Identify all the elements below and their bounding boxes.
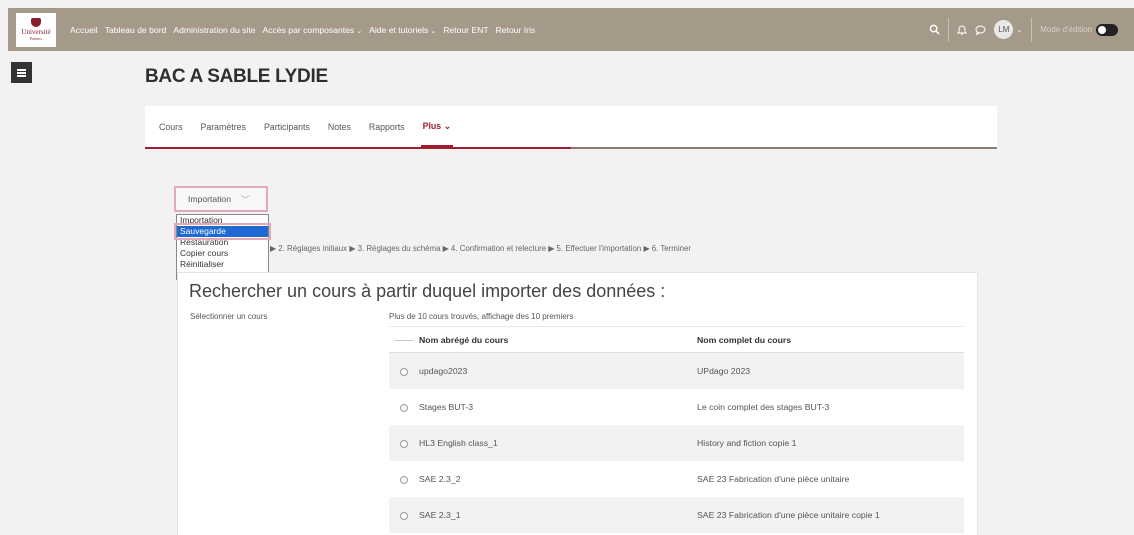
nav-link-label: Tableau de bord [104, 24, 167, 35]
chevron-down-icon[interactable]: ⌄ [1016, 26, 1022, 34]
nav-link-label: Administration du site [173, 24, 256, 35]
radio-cell [389, 389, 419, 425]
tab-2[interactable]: Participants [264, 106, 310, 147]
full-name-header: Nom complet du cours [697, 326, 964, 353]
nav-link-1[interactable]: Tableau de bord [105, 25, 167, 35]
tertiary-navigation-select[interactable]: Importation ﹀ [174, 186, 268, 212]
import-steps-breadcrumb: ▶ 2. Réglages initiaux ▶ 3. Réglages du … [270, 244, 692, 253]
radio-cell [389, 497, 419, 533]
table-row[interactable]: SAE 2.3_2 SAE 23 Fabrication d'une pièce … [389, 461, 964, 497]
chevron-down-icon: ﹀ [241, 194, 251, 205]
divider [1031, 17, 1033, 42]
tab-1[interactable]: Paramètres [200, 106, 245, 147]
page-title: BAC A SABLE LYDIE [145, 66, 328, 87]
radio-cell [389, 425, 419, 461]
bell-icon[interactable] [957, 24, 968, 35]
course-radio[interactable] [400, 475, 408, 484]
drawer-toggle-icon [17, 68, 26, 77]
course-full-name: UPdago 2023 [697, 352, 964, 389]
course-short-name: Stages BUT-3 [419, 402, 474, 412]
radio-cell [389, 352, 419, 389]
edit-mode-label: Mode d'édition [1040, 25, 1092, 34]
avatar[interactable]: LM [994, 20, 1014, 39]
chevron-down-icon: ⌄ [356, 27, 363, 35]
tab-4[interactable]: Rapports [369, 106, 405, 147]
course-radio[interactable] [400, 439, 408, 448]
nav-link-label: Aide et tutoriels [369, 24, 429, 35]
course-table: Nom abrégé du cours Nom complet du cours… [389, 326, 964, 533]
chat-icon[interactable] [975, 25, 986, 35]
course-short-name: updago2023 [419, 352, 697, 389]
course-short-name: HL3 English class_1 [419, 425, 697, 461]
navbar-right: LM ⌄ Mode d'édition [929, 8, 1134, 51]
select-value: Importation [188, 194, 231, 204]
table-row[interactable]: updago2023 UPdago 2023 [389, 352, 964, 389]
nav-link-label: Retour ENT [443, 24, 489, 35]
primary-nav: Accueil Tableau de bord Administration du … [70, 25, 542, 35]
select-option[interactable]: Importation [177, 215, 268, 226]
logo-line1: Université [21, 28, 51, 36]
select-option[interactable]: Copier cours [177, 248, 268, 259]
divider [948, 17, 950, 42]
nav-link-3[interactable]: Accès par composantes ⌄ [263, 25, 363, 35]
chevron-down-icon: ⌄ [430, 27, 437, 35]
select-option[interactable]: Restauration [177, 237, 268, 248]
university-logo[interactable]: Université Poitiers [16, 12, 56, 47]
table-row[interactable]: SAE 2.3_1 SAE 23 Fabrication d'une pièce … [389, 497, 964, 533]
tab-0[interactable]: Cours [159, 106, 182, 147]
search-heading: Rechercher un cours à partir duquel impo… [189, 281, 666, 301]
course-full-name: Le coin complet des stages BUT-3 [697, 402, 830, 412]
drawer-toggle-button[interactable] [11, 62, 32, 83]
results-count-text: Plus de 10 cours trouvés, affichage des … [389, 312, 574, 321]
radio-column-header [389, 326, 419, 353]
nav-link-2[interactable]: Administration du site [173, 25, 255, 35]
top-navbar: Université Poitiers Accueil Tableau de bo… [8, 8, 1134, 51]
tab-5[interactable]: Plus ⌄ [420, 106, 454, 147]
course-radio[interactable] [400, 511, 408, 520]
tab-3[interactable]: Notes [328, 106, 351, 147]
nav-link-label: Accès par composantes [262, 24, 355, 35]
select-course-label: Sélectionner un cours [190, 312, 268, 321]
course-full-name: History and fiction copie 1 [697, 425, 964, 461]
nav-link-label: Accueil [70, 24, 98, 35]
course-search-card: Rechercher un cours à partir duquel impo… [177, 272, 978, 535]
nav-link-4[interactable]: Aide et tutoriels ⌄ [369, 25, 436, 35]
course-radio[interactable] [400, 403, 408, 412]
table-row[interactable]: HL3 English class_1 History and fiction c… [389, 425, 964, 461]
secondary-nav: Cours Paramètres Participants Notes Rapports… [145, 106, 997, 149]
search-icon[interactable] [929, 24, 940, 35]
course-short-name: SAE 2.3_1 [419, 497, 697, 533]
select-dropdown-list: Importation Sauvegarde Restauration Copier … [174, 214, 271, 280]
nav-link-6[interactable]: Retour Iris [496, 25, 536, 35]
nav-link-5[interactable]: Retour ENT [443, 25, 488, 35]
crest-icon [31, 18, 41, 27]
course-full-name: SAE 23 Fabrication d'une pièce unitaire [697, 474, 850, 484]
radio-cell [389, 461, 419, 497]
short-name-header: Nom abrégé du cours [419, 326, 697, 353]
course-full-name: SAE 23 Fabrication d'une pièce unitaire … [697, 497, 964, 533]
nav-link-label: Retour Iris [495, 24, 536, 35]
course-short-name: SAE 2.3_2 [419, 474, 461, 484]
select-option[interactable]: Sauvegarde [174, 223, 271, 240]
table-header-row: Nom abrégé du cours Nom complet du cours [389, 326, 964, 353]
logo-line2: Poitiers [29, 36, 43, 41]
secondary-nav-accent [145, 147, 571, 149]
nav-link-0[interactable]: Accueil [70, 25, 98, 35]
course-radio[interactable] [400, 367, 408, 376]
select-option[interactable]: Réinitialiser [177, 259, 268, 270]
table-row[interactable]: Stages BUT-3 Le coin complet des stages B… [389, 389, 964, 425]
edit-mode-toggle[interactable] [1096, 23, 1118, 36]
